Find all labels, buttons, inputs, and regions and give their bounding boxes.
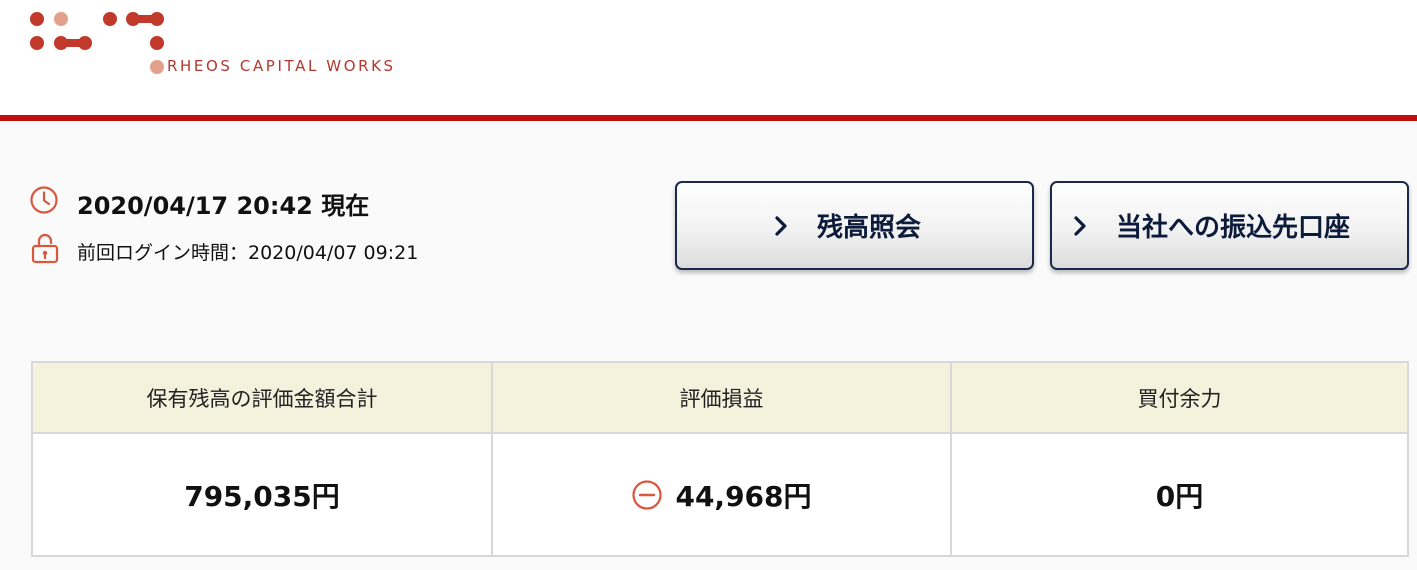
chevron-right-icon: [1074, 216, 1086, 236]
current-datetime: 2020/04/17 20:42 現在: [77, 192, 370, 220]
buying-power-amount: 0円: [1155, 479, 1204, 513]
header-unrealized-pnl: 評価損益: [491, 363, 950, 432]
last-login-time: 前回ログイン時間：2020/04/07 09:21: [77, 242, 419, 264]
header-total-valuation: 保有残高の評価金額合計: [146, 386, 378, 411]
unlock-icon: [31, 233, 59, 264]
asset-summary-table: 保有残高の評価金額合計 評価損益 買付余力 795,035円 44,968円 0…: [31, 361, 1409, 557]
value-unrealized-pnl: 44,968円: [491, 434, 950, 555]
transfer-account-label: 当社への振込先口座: [1116, 213, 1351, 243]
unrealized-pnl-amount: 44,968円: [675, 479, 812, 513]
header-divider: [0, 115, 1417, 121]
rheos-logo-mark[interactable]: [28, 8, 168, 78]
brand-name: RHEOS CAPITAL WORKS: [167, 57, 396, 75]
total-valuation-amount: 795,035円: [184, 479, 340, 513]
chevron-right-icon: [775, 216, 787, 236]
summary-header-row: 保有残高の評価金額合計 評価損益 買付余力: [33, 363, 1407, 434]
transfer-account-button[interactable]: 当社への振込先口座: [1050, 181, 1409, 270]
summary-value-row: 795,035円 44,968円 0円: [33, 434, 1407, 555]
minus-circle-icon: [632, 479, 663, 510]
value-buying-power: 0円: [950, 434, 1407, 555]
value-total-valuation: 795,035円: [33, 434, 491, 555]
clock-icon: [30, 186, 58, 214]
site-header: RHEOS CAPITAL WORKS: [0, 0, 1417, 115]
header-buying-power: 買付余力: [950, 363, 1407, 432]
balance-inquiry-label: 残高照会: [817, 213, 922, 243]
balance-inquiry-button[interactable]: 残高照会: [675, 181, 1034, 270]
